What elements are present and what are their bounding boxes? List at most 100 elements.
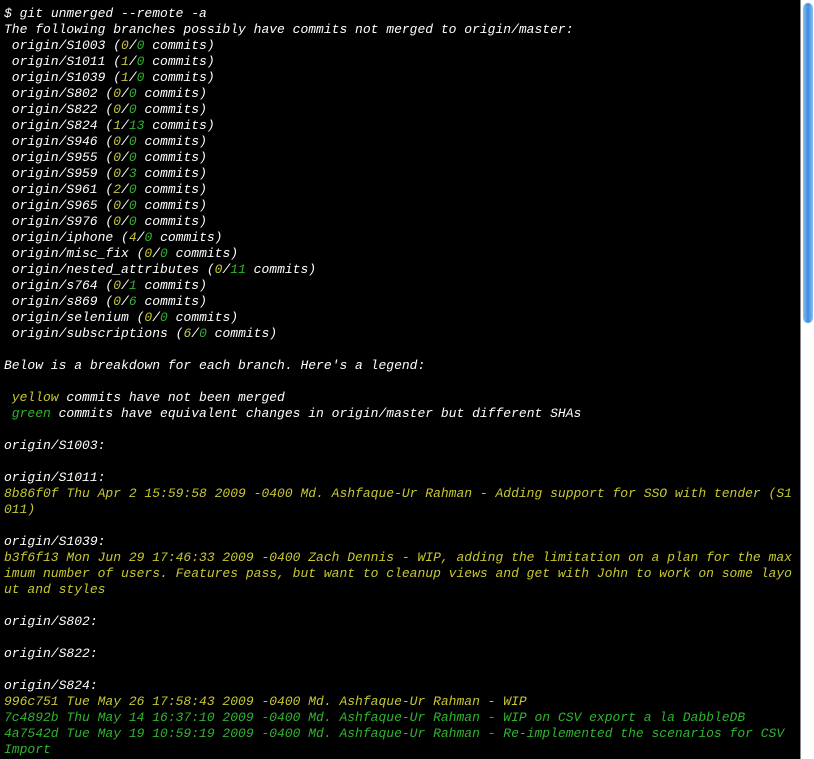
branch-equivalent-count: 0 (160, 246, 168, 261)
commits-label: commits) (137, 166, 207, 181)
branch-list: origin/S1003 (0/0 commits)origin/S1011 (… (4, 38, 796, 342)
legend-green-line: green commits have equivalent changes in… (4, 406, 796, 422)
branch-unmerged-count: 0 (113, 86, 121, 101)
branch-name: origin/S1039 ( (12, 70, 121, 85)
branch-name: origin/S961 ( (12, 182, 113, 197)
slash: / (129, 70, 137, 85)
branch-unmerged-count: 0 (113, 150, 121, 165)
branch-unmerged-count: 1 (121, 54, 129, 69)
scrollbar-thumb[interactable] (803, 3, 813, 323)
branch-equivalent-count: 0 (199, 326, 207, 341)
branch-name: origin/iphone ( (12, 230, 129, 245)
section-s1039: origin/S1039: (4, 534, 796, 550)
slash: / (121, 134, 129, 149)
slash: / (121, 294, 129, 309)
branch-name: origin/S802 ( (12, 86, 113, 101)
commits-label: commits) (137, 198, 207, 213)
branch-line: origin/S1039 (1/0 commits) (4, 70, 796, 86)
legend-green-word: green (12, 406, 51, 421)
branch-line: origin/nested_attributes (0/11 commits) (4, 262, 796, 278)
branch-name: origin/S1003 ( (12, 38, 121, 53)
branch-line: origin/S965 (0/0 commits) (4, 198, 796, 214)
branch-name: origin/S955 ( (12, 150, 113, 165)
scrollbar-track[interactable] (800, 0, 814, 759)
slash: / (129, 38, 137, 53)
section-s822: origin/S822: (4, 646, 796, 662)
branch-name: origin/S976 ( (12, 214, 113, 229)
slash: / (121, 278, 129, 293)
blank-line (4, 630, 796, 646)
branch-equivalent-count: 0 (129, 102, 137, 117)
branch-unmerged-count: 0 (113, 278, 121, 293)
branch-line: origin/S959 (0/3 commits) (4, 166, 796, 182)
section-s824: origin/S824: (4, 678, 796, 694)
legend-yellow-word: yellow (12, 390, 59, 405)
branch-equivalent-count: 6 (129, 294, 137, 309)
branch-line: origin/S824 (1/13 commits) (4, 118, 796, 134)
slash: / (152, 246, 160, 261)
branch-name: origin/S946 ( (12, 134, 113, 149)
branch-line: origin/subscriptions (6/0 commits) (4, 326, 796, 342)
branch-unmerged-count: 4 (129, 230, 137, 245)
branch-unmerged-count: 0 (113, 294, 121, 309)
slash: / (121, 86, 129, 101)
blank-line (4, 342, 796, 358)
branch-unmerged-count: 0 (113, 214, 121, 229)
legend-yellow-rest: commits have not been merged (59, 390, 285, 405)
branch-name: origin/s869 ( (12, 294, 113, 309)
commits-label: commits) (246, 262, 316, 277)
slash: / (121, 150, 129, 165)
commit-s824-2: 7c4892b Thu May 14 16:37:10 2009 -0400 M… (4, 710, 796, 726)
terminal-output[interactable]: $ git unmerged --remote -a The following… (0, 0, 800, 759)
blank-line (4, 454, 796, 470)
commits-label: commits) (144, 38, 214, 53)
commits-label: commits) (137, 278, 207, 293)
slash: / (121, 214, 129, 229)
branch-line: origin/S1011 (1/0 commits) (4, 54, 796, 70)
branch-line: origin/selenium (0/0 commits) (4, 310, 796, 326)
commits-label: commits) (137, 86, 207, 101)
branch-equivalent-count: 0 (129, 150, 137, 165)
breakdown-heading: Below is a breakdown for each branch. He… (4, 358, 796, 374)
branch-line: origin/s869 (0/6 commits) (4, 294, 796, 310)
section-s1003: origin/S1003: (4, 438, 796, 454)
branch-line: origin/S961 (2/0 commits) (4, 182, 796, 198)
section-s1011: origin/S1011: (4, 470, 796, 486)
branch-equivalent-count: 13 (129, 118, 145, 133)
commits-label: commits) (137, 102, 207, 117)
branch-name: origin/S1011 ( (12, 54, 121, 69)
commits-label: commits) (152, 230, 222, 245)
slash: / (121, 182, 129, 197)
branch-equivalent-count: 0 (129, 134, 137, 149)
commits-label: commits) (207, 326, 277, 341)
commits-label: commits) (168, 246, 238, 261)
branch-name: origin/s764 ( (12, 278, 113, 293)
command-text: git unmerged --remote -a (20, 6, 207, 21)
branch-unmerged-count: 2 (113, 182, 121, 197)
prompt-line: $ git unmerged --remote -a (4, 6, 796, 22)
commits-label: commits) (137, 182, 207, 197)
slash: / (121, 198, 129, 213)
blank-line (4, 422, 796, 438)
branch-name: origin/selenium ( (12, 310, 145, 325)
commit-s1011: 8b86f0f Thu Apr 2 15:59:58 2009 -0400 Md… (4, 486, 796, 518)
commits-label: commits) (144, 118, 214, 133)
branch-line: origin/S802 (0/0 commits) (4, 86, 796, 102)
branch-unmerged-count: 1 (113, 118, 121, 133)
slash: / (121, 118, 129, 133)
section-s802: origin/S802: (4, 614, 796, 630)
branch-equivalent-count: 0 (129, 198, 137, 213)
branch-unmerged-count: 1 (121, 70, 129, 85)
branch-unmerged-count: 0 (113, 166, 121, 181)
legend-yellow-line: yellow commits have not been merged (4, 390, 796, 406)
blank-line (4, 374, 796, 390)
heading-line: The following branches possibly have com… (4, 22, 796, 38)
commits-label: commits) (168, 310, 238, 325)
branch-equivalent-count: 3 (129, 166, 137, 181)
branch-equivalent-count: 0 (129, 86, 137, 101)
slash: / (191, 326, 199, 341)
branch-equivalent-count: 0 (129, 182, 137, 197)
slash: / (152, 310, 160, 325)
slash: / (129, 54, 137, 69)
branch-line: origin/s764 (0/1 commits) (4, 278, 796, 294)
